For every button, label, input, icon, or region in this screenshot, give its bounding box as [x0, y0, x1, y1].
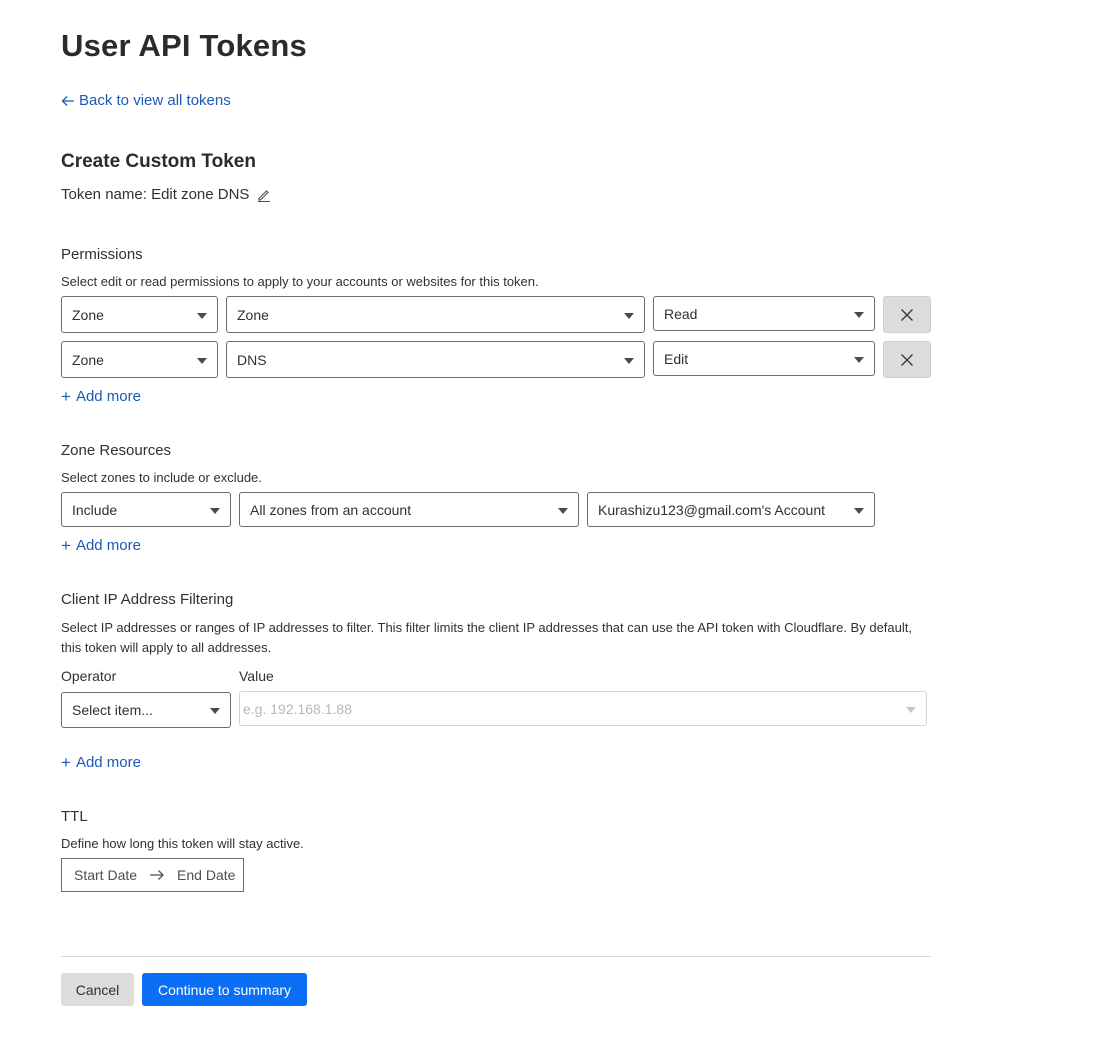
- permission-resource-select-2[interactable]: DNS: [226, 341, 645, 378]
- select-value: Zone: [237, 306, 269, 323]
- start-date: Start Date: [74, 867, 138, 883]
- add-more-label: Add more: [75, 537, 141, 554]
- footer-divider: [61, 956, 931, 957]
- add-zone-resource-button[interactable]: + Add more: [61, 537, 141, 554]
- operator-label: Operator: [61, 668, 117, 684]
- back-to-tokens-link[interactable]: Back to view all tokens: [61, 92, 231, 109]
- token-name-value: Edit zone DNS: [151, 186, 250, 203]
- caret-down-icon: [624, 312, 634, 319]
- select-value: All zones from an account: [250, 501, 412, 518]
- permission-access-select-1[interactable]: Read: [653, 296, 875, 331]
- select-value: Read: [664, 305, 698, 322]
- ip-filtering-title: Client IP Address Filtering: [61, 591, 234, 608]
- select-value: Include: [72, 501, 118, 518]
- permission-resource-select-1[interactable]: Zone: [226, 296, 645, 333]
- permission-scope-select-1[interactable]: Zone: [61, 296, 218, 333]
- close-icon: [901, 308, 913, 321]
- select-value: Zone: [72, 306, 104, 323]
- permission-access-select-2[interactable]: Edit: [653, 341, 875, 376]
- caret-down-icon: [854, 311, 864, 318]
- select-value: DNS: [237, 351, 267, 368]
- zone-account-select[interactable]: Kurashizu123@gmail.com's Account: [587, 492, 875, 527]
- caret-down-icon: [906, 706, 916, 713]
- zone-mode-select[interactable]: Include: [61, 492, 231, 527]
- pencil-icon[interactable]: [257, 188, 271, 202]
- plus-icon: +: [61, 536, 71, 555]
- value-label: Value: [239, 668, 274, 684]
- zone-resources-description: Select zones to include or exclude.: [61, 470, 262, 485]
- caret-down-icon: [197, 357, 207, 364]
- select-value: Edit: [664, 350, 689, 367]
- input-placeholder: e.g. 192.168.1.88: [243, 700, 352, 717]
- plus-icon: +: [61, 387, 71, 406]
- add-more-label: Add more: [75, 754, 141, 771]
- select-value: Zone: [72, 351, 104, 368]
- caret-down-icon: [854, 507, 864, 514]
- caret-down-icon: [624, 357, 634, 364]
- end-date: End Date: [177, 867, 236, 883]
- caret-down-icon: [197, 312, 207, 319]
- select-placeholder: Select item...: [72, 702, 153, 718]
- permission-scope-select-2[interactable]: Zone: [61, 341, 218, 378]
- select-value: Kurashizu123@gmail.com's Account: [598, 501, 825, 518]
- add-more-label: Add more: [75, 388, 141, 405]
- token-name-row: Token name: Edit zone DNS: [61, 186, 271, 203]
- page-title: User API Tokens: [61, 28, 307, 63]
- token-name-label: Token name:: [61, 186, 147, 203]
- remove-permission-button-2[interactable]: [883, 341, 931, 378]
- ttl-title: TTL: [61, 808, 88, 825]
- plus-icon: +: [61, 753, 71, 772]
- caret-down-icon: [854, 356, 864, 363]
- caret-down-icon: [210, 708, 220, 714]
- add-permission-button[interactable]: + Add more: [61, 388, 141, 405]
- zone-target-select[interactable]: All zones from an account: [239, 492, 579, 527]
- ttl-date-range-picker[interactable]: Start Date End Date: [61, 858, 244, 892]
- cancel-button[interactable]: Cancel: [61, 973, 134, 1006]
- back-link-label: Back to view all tokens: [79, 92, 231, 109]
- zone-resources-title: Zone Resources: [61, 442, 172, 459]
- arrow-right-icon: [150, 870, 164, 880]
- ip-value-input[interactable]: e.g. 192.168.1.88: [239, 691, 927, 726]
- close-icon: [901, 353, 913, 366]
- remove-permission-button-1[interactable]: [883, 296, 931, 333]
- permissions-title: Permissions: [61, 246, 143, 263]
- ttl-description: Define how long this token will stay act…: [61, 836, 304, 851]
- ip-filtering-description: Select IP addresses or ranges of IP addr…: [61, 620, 912, 655]
- ip-operator-select[interactable]: Select item...: [61, 692, 231, 728]
- arrow-left-icon: [61, 95, 74, 106]
- create-token-heading: Create Custom Token: [61, 151, 256, 172]
- permissions-description: Select edit or read permissions to apply…: [61, 274, 539, 289]
- caret-down-icon: [210, 507, 220, 514]
- caret-down-icon: [558, 507, 568, 514]
- add-ip-filter-button[interactable]: + Add more: [61, 754, 141, 771]
- continue-to-summary-button[interactable]: Continue to summary: [142, 973, 307, 1006]
